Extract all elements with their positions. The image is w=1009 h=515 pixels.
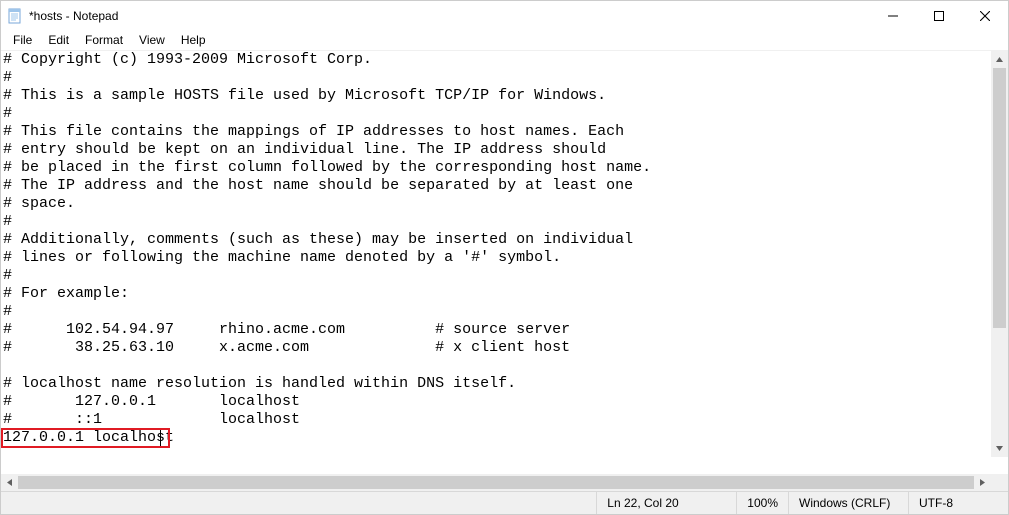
status-spacer <box>1 492 596 514</box>
text-editor[interactable]: # Copyright (c) 1993-2009 Microsoft Corp… <box>1 51 1008 447</box>
status-bar: Ln 22, Col 20 100% Windows (CRLF) UTF-8 <box>1 491 1008 514</box>
menu-view[interactable]: View <box>131 32 173 48</box>
menu-help[interactable]: Help <box>173 32 214 48</box>
vertical-scrollbar[interactable] <box>991 51 1008 457</box>
status-zoom: 100% <box>736 492 788 514</box>
vertical-scroll-thumb[interactable] <box>993 68 1006 328</box>
horizontal-scroll-thumb[interactable] <box>18 476 974 489</box>
scroll-down-button[interactable] <box>991 440 1008 457</box>
status-encoding: UTF-8 <box>908 492 1008 514</box>
menu-file[interactable]: File <box>5 32 40 48</box>
title-bar: *hosts - Notepad <box>1 1 1008 31</box>
notepad-icon <box>7 8 23 24</box>
horizontal-scrollbar[interactable] <box>1 474 991 491</box>
editor-area[interactable]: # Copyright (c) 1993-2009 Microsoft Corp… <box>1 51 1008 474</box>
vertical-scroll-track[interactable] <box>991 68 1008 440</box>
text-caret <box>160 430 161 446</box>
menu-edit[interactable]: Edit <box>40 32 77 48</box>
status-position: Ln 22, Col 20 <box>596 492 736 514</box>
horizontal-scroll-track[interactable] <box>18 474 974 491</box>
window-title: *hosts - Notepad <box>29 9 118 23</box>
scroll-left-button[interactable] <box>1 474 18 491</box>
minimize-button[interactable] <box>870 1 916 31</box>
menu-bar: File Edit Format View Help <box>1 31 1008 51</box>
scrollbar-corner <box>991 474 1008 491</box>
menu-format[interactable]: Format <box>77 32 131 48</box>
close-button[interactable] <box>962 1 1008 31</box>
scroll-right-button[interactable] <box>974 474 991 491</box>
status-line-ending: Windows (CRLF) <box>788 492 908 514</box>
content-area: # Copyright (c) 1993-2009 Microsoft Corp… <box>1 51 1008 491</box>
scroll-up-button[interactable] <box>991 51 1008 68</box>
maximize-button[interactable] <box>916 1 962 31</box>
window-controls <box>870 1 1008 31</box>
